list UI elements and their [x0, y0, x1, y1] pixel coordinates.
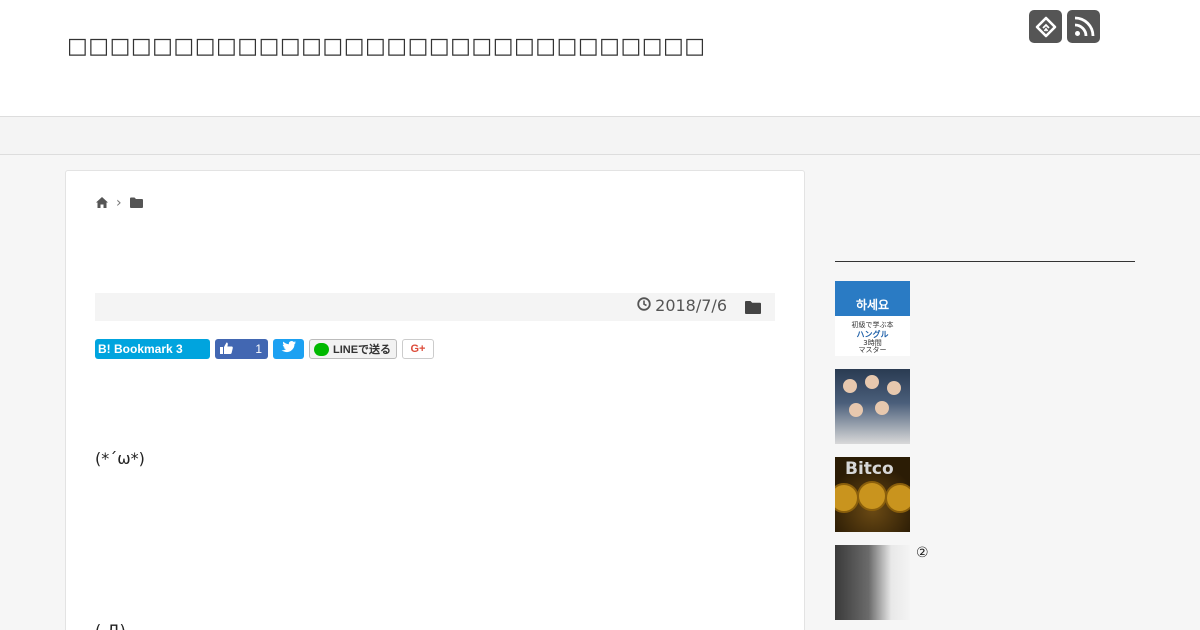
photo-figure: [865, 375, 879, 389]
article-card: › 2018/7/6 B! Bookmark 3 1 LINEで送る G+ (*…: [65, 170, 805, 630]
line-icon: [314, 342, 329, 356]
post-date-text: 2018/7/6: [655, 296, 727, 315]
twitter-bird-icon: [281, 340, 296, 358]
site-title[interactable]: □□□□□□□□□□□□□□□□□□□□□□□□□□□□□□: [67, 34, 706, 59]
site-header: □□□□□□□□□□□□□□□□□□□□□□□□□□□□□□: [0, 0, 1200, 117]
photo-figure: [887, 381, 901, 395]
sidebar-post-item[interactable]: Bitco: [835, 457, 1195, 532]
hatena-bookmark-button[interactable]: B! Bookmark 3: [95, 339, 210, 359]
photo-figure: [849, 403, 863, 417]
breadcrumb: ›: [96, 193, 143, 212]
home-icon[interactable]: [96, 193, 108, 212]
google-plus-button[interactable]: G+: [402, 339, 434, 359]
bitcoin-photo-thumbnail[interactable]: Bitco: [835, 457, 910, 532]
post-meta-bar: 2018/7/6: [95, 293, 775, 321]
office-photo-thumbnail[interactable]: [835, 545, 910, 620]
facebook-like-button[interactable]: 1: [215, 339, 268, 359]
line-share-label: LINEで送る: [333, 344, 392, 356]
thumb-caption: マスター: [858, 346, 887, 354]
clock-icon: [637, 296, 651, 315]
coin-shape: [835, 483, 859, 513]
sidebar-post-item[interactable]: [835, 369, 1195, 444]
line-share-button[interactable]: LINEで送る: [309, 339, 397, 359]
rss-icon[interactable]: [1067, 10, 1100, 43]
folder-icon[interactable]: [129, 193, 143, 212]
sidebar-post-item[interactable]: ②: [835, 545, 1195, 620]
chevron-right-icon: ›: [116, 194, 122, 211]
feedly-icon[interactable]: [1029, 10, 1062, 43]
thumbs-up-icon: [220, 342, 233, 357]
post-paragraph: (*´ω*): [95, 449, 145, 468]
post-date: 2018/7/6: [637, 296, 727, 315]
category-folder-icon[interactable]: [745, 299, 761, 318]
post-paragraph: (-Д): [95, 621, 126, 630]
sidebar-heading-divider: [835, 261, 1135, 262]
coin-shape: [885, 483, 910, 513]
photo-figure: [843, 379, 857, 393]
like-count: 1: [255, 342, 262, 356]
photo-figure: [875, 401, 889, 415]
coin-shape: [857, 481, 887, 511]
thumb-heading: 하세요: [835, 281, 910, 316]
thumb-caption: Bitco: [845, 459, 894, 479]
students-photo-thumbnail[interactable]: [835, 369, 910, 444]
sidebar-post-title[interactable]: ②: [916, 545, 929, 561]
hangul-book-thumbnail[interactable]: 하세요 初級で学ぶ本 ハングル 3時間 マスター: [835, 281, 910, 356]
tweet-button[interactable]: [273, 339, 304, 359]
global-nav: [0, 117, 1200, 155]
sidebar-post-item[interactable]: 하세요 初級で学ぶ本 ハングル 3時間 マスター: [835, 281, 1195, 356]
